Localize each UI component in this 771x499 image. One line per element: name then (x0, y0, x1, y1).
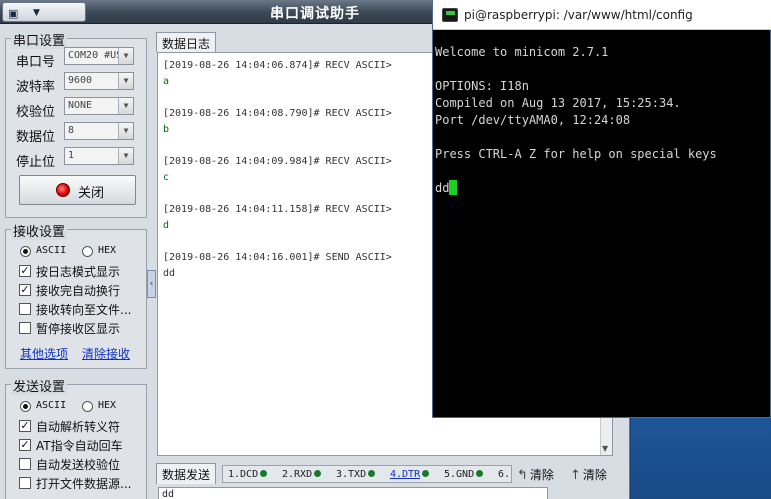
terminal-line: Press CTRL-A Z for help on special keys (435, 147, 717, 161)
chevron-down-icon[interactable]: ▼ (118, 123, 133, 139)
pin-6: 6. (498, 469, 510, 480)
auto-checksum-checkbox[interactable] (19, 458, 31, 470)
baud-value: 9600 (68, 75, 93, 86)
send-hex-radio[interactable] (82, 401, 93, 412)
chevron-down-icon[interactable]: ▼ (118, 98, 133, 114)
field-label-databits: 数据位 (16, 130, 56, 145)
terminal-line: Port /dev/ttyAMA0, 12:24:08 (435, 113, 631, 127)
receive-settings-title: 接收设置 (11, 221, 68, 240)
clear-send-label: 清除 (529, 468, 554, 482)
port-value: COM20 #US (68, 50, 123, 61)
send-ascii-radio[interactable] (20, 401, 31, 412)
at-return-checkbox[interactable]: ✓ (19, 439, 31, 451)
terminal-window[interactable]: pi@raspberrypi: /var/www/html/config Wel… (432, 0, 771, 418)
pin-rxd: 2.RXD (282, 469, 322, 480)
pause-display-label: 暂停接收区显示 (36, 322, 121, 336)
file-source-checkbox[interactable] (19, 477, 31, 489)
terminal-line: Welcome to minicom 2.7.1 (435, 45, 609, 59)
pin-label: 6. (498, 469, 511, 480)
field-label-parity: 校验位 (16, 105, 56, 120)
port-settings-title: 串口设置 (11, 30, 68, 49)
pin-label: 1.DCD (228, 469, 259, 480)
stopbits-value: 1 (68, 150, 75, 161)
desktop-background (631, 418, 771, 499)
clear-all-label: 清除 (582, 468, 607, 482)
auto-checksum-label: 自动发送校验位 (36, 458, 121, 472)
pin-led-icon (314, 470, 322, 477)
pin-label: 2.RXD (282, 469, 313, 480)
close-port-button[interactable]: 关闭 (19, 175, 136, 205)
file-source-label: 打开文件数据源... (36, 477, 132, 491)
terminal-output[interactable]: Welcome to minicom 2.7.1 OPTIONS: I18n C… (435, 44, 770, 197)
parity-value: NONE (68, 100, 93, 111)
pin-label: 4.DTR (390, 469, 421, 480)
status-led-icon (56, 183, 70, 197)
port-select[interactable]: COM20 #US ▼ (64, 47, 134, 65)
redirect-file-checkbox[interactable] (19, 303, 31, 315)
log-mode-label: 按日志模式显示 (36, 265, 121, 279)
scroll-down-icon[interactable]: ▼ (602, 444, 608, 453)
pin-txd: 3.TXD (336, 469, 376, 480)
clear-icon: ↰ (517, 468, 528, 483)
field-label-stopbits: 停止位 (16, 155, 56, 170)
pin-dcd: 1.DCD (228, 469, 268, 480)
pause-display-checkbox[interactable] (19, 322, 31, 334)
tab-data-log[interactable]: 数据日志 (156, 32, 216, 52)
auto-newline-label: 接收完自动换行 (36, 284, 121, 298)
receive-ascii-radio[interactable] (20, 246, 31, 257)
pin-led-icon (368, 470, 376, 477)
field-label-port: 串口号 (16, 55, 56, 70)
desktop: ▣ ▼ 串口调试助手 串口设置 串口号 COM20 #US ▼ 波特率 9600 ▼… (0, 0, 771, 499)
tab-data-send[interactable]: 数据发送 (156, 463, 216, 484)
chevron-down-icon[interactable]: ▼ (118, 48, 133, 64)
clear-receive-link[interactable]: 清除接收 (82, 345, 130, 362)
log-mode-checkbox[interactable]: ✓ (19, 265, 31, 277)
send-hex-label: HEX (98, 400, 117, 411)
escape-parse-label: 自动解析转义符 (36, 420, 121, 434)
pin-label: 3.TXD (336, 469, 367, 480)
receive-hex-label: HEX (98, 245, 117, 256)
at-return-label: AT指令自动回车 (36, 439, 123, 453)
databits-select[interactable]: 8 ▼ (64, 122, 134, 140)
terminal-input-text: dd (435, 181, 450, 195)
send-input[interactable]: dd (158, 487, 548, 499)
send-ascii-label: ASCII (36, 400, 67, 411)
clear-send-button[interactable]: ↰ 清除 (517, 466, 554, 483)
chevron-down-icon[interactable]: ▼ (118, 148, 133, 164)
receive-hex-radio[interactable] (82, 246, 93, 257)
terminal-cursor (449, 180, 458, 195)
parity-select[interactable]: NONE ▼ (64, 97, 134, 115)
send-settings-title: 发送设置 (11, 376, 68, 395)
pin-led-icon (422, 470, 430, 477)
field-label-baud: 波特率 (16, 80, 56, 95)
terminal-title: pi@raspberrypi: /var/www/html/config (464, 8, 693, 22)
pin-led-icon (476, 470, 484, 477)
auto-newline-checkbox[interactable]: ✓ (19, 284, 31, 296)
pin-led-icon (260, 470, 268, 477)
baud-select[interactable]: 9600 ▼ (64, 72, 134, 90)
stopbits-select[interactable]: 1 ▼ (64, 147, 134, 165)
chevron-down-icon[interactable]: ▼ (118, 73, 133, 89)
collapse-panel-icon[interactable]: ‹ (147, 270, 156, 298)
other-options-link[interactable]: 其他选项 (20, 345, 68, 362)
clear-up-icon: ↑ (570, 468, 581, 483)
pin-status-bar: 1.DCD 2.RXD 3.TXD 4.DTR 5.GND 6. (222, 465, 512, 483)
terminal-icon (442, 8, 458, 22)
pin-dtr[interactable]: 4.DTR (390, 469, 430, 480)
terminal-line: Compiled on Aug 13 2017, 15:25:34. (435, 96, 681, 110)
terminal-line: OPTIONS: I18n (435, 79, 529, 93)
redirect-file-label: 接收转向至文件... (36, 303, 132, 317)
terminal-title-bar[interactable]: pi@raspberrypi: /var/www/html/config (433, 0, 771, 30)
terminal-prompt-line: dd (435, 180, 770, 197)
databits-value: 8 (68, 125, 75, 136)
receive-ascii-label: ASCII (36, 245, 67, 256)
clear-all-button[interactable]: ↑ 清除 (570, 466, 607, 483)
pin-gnd: 5.GND (444, 469, 484, 480)
escape-parse-checkbox[interactable]: ✓ (19, 420, 31, 432)
close-port-label: 关闭 (78, 186, 105, 201)
pin-label: 5.GND (444, 469, 475, 480)
